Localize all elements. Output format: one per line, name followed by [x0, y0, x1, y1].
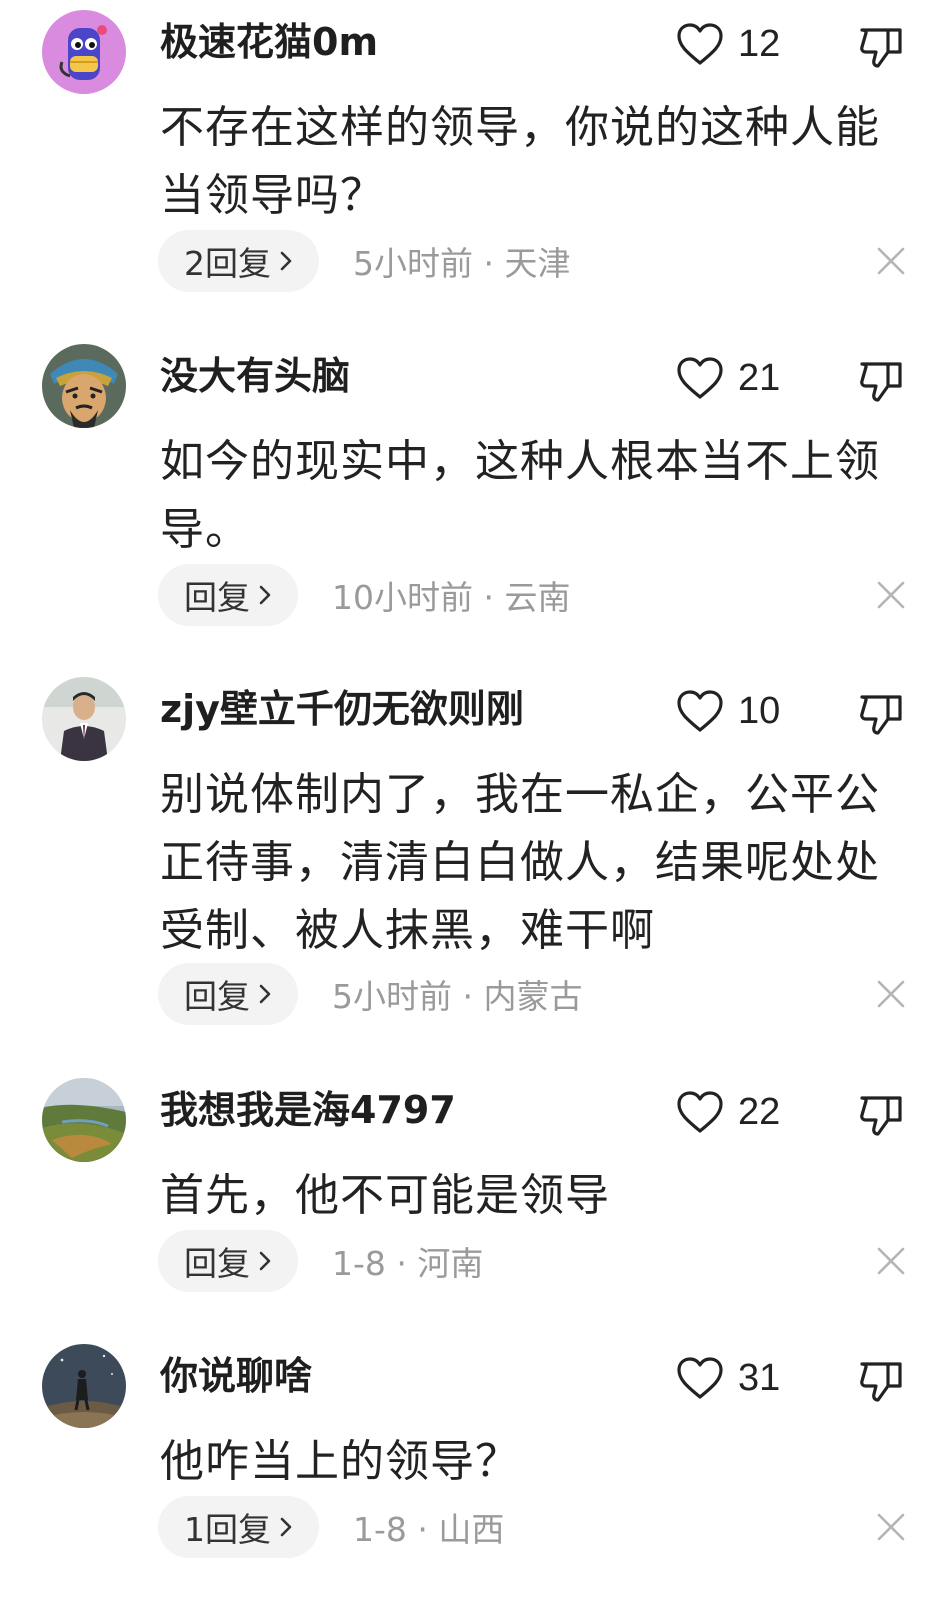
chevron-right-icon: [259, 585, 271, 605]
like-group[interactable]: 31: [676, 1354, 780, 1402]
username[interactable]: zjy壁立千仞无欲则刚: [160, 685, 524, 733]
username[interactable]: 我想我是海4797: [160, 1086, 456, 1134]
meta-row: 1回复 1-8 · 山西: [158, 1496, 504, 1558]
username[interactable]: 你说聊啥: [160, 1352, 312, 1400]
comment-item: 你说聊啥 31 他咋当上的领导？ 1回复 1-8 · 山西: [0, 1334, 952, 1618]
reply-button[interactable]: 回复: [158, 963, 298, 1025]
comment-text: 不存在这样的领导，你说的这种人能当领导吗？: [160, 102, 880, 221]
comment-item: zjy壁立千仞无欲则刚 10 别说体制内了，我在一私企，公平公正待事，清清白白做…: [0, 667, 952, 1047]
like-count: 10: [738, 690, 781, 732]
meta-row: 2回复 5小时前 · 天津: [158, 230, 570, 292]
close-icon[interactable]: [876, 1512, 906, 1542]
reply-label: 2回复: [184, 244, 271, 283]
timestamp-location: 5小时前 · 天津: [353, 244, 571, 283]
thumbs-down-icon[interactable]: [858, 1358, 904, 1404]
reply-button[interactable]: 回复: [158, 1230, 298, 1292]
chevron-right-icon: [280, 251, 292, 271]
reply-label: 1回复: [184, 1510, 271, 1549]
comment-item: 极速花猫0m 12 不存在这样的领导，你说的这种人能当领导吗？ 2回复 5小时前…: [0, 0, 952, 310]
comment-text: 别说体制内了，我在一私企，公平公正待事，清清白白做人，结果呢处处受制、被人抹黑，…: [160, 769, 880, 956]
heart-icon[interactable]: [676, 1356, 724, 1400]
meta-row: 回复 10小时前 · 云南: [158, 564, 570, 626]
username[interactable]: 极速花猫0m: [160, 18, 378, 66]
comment-item: 我想我是海4797 22 首先，他不可能是领导 回复 1-8 · 河南: [0, 1068, 952, 1308]
comment-text: 他咋当上的领导？: [160, 1436, 520, 1487]
close-icon[interactable]: [876, 1246, 906, 1276]
thumbs-down-icon[interactable]: [858, 691, 904, 737]
timestamp-location: 1-8 · 山西: [353, 1510, 505, 1549]
thumbs-down-icon[interactable]: [858, 358, 904, 404]
heart-icon[interactable]: [676, 689, 724, 733]
avatar[interactable]: [42, 677, 126, 761]
timestamp-location: 5小时前 · 内蒙古: [332, 977, 583, 1016]
like-count: 21: [738, 357, 781, 399]
chevron-right-icon: [259, 984, 271, 1004]
close-icon[interactable]: [876, 580, 906, 610]
reply-button[interactable]: 回复: [158, 564, 298, 626]
avatar[interactable]: [42, 1344, 126, 1428]
like-group[interactable]: 21: [676, 354, 780, 402]
reply-button[interactable]: 2回复: [158, 230, 319, 292]
reply-label: 回复: [184, 977, 250, 1016]
chevron-right-icon: [280, 1517, 292, 1537]
like-count: 22: [738, 1091, 781, 1133]
avatar[interactable]: [42, 10, 126, 94]
avatar[interactable]: [42, 1078, 126, 1162]
comment-text: 首先，他不可能是领导: [160, 1170, 610, 1221]
landscape-avatar-icon: [42, 1078, 126, 1162]
comment-list: 极速花猫0m 12 不存在这样的领导，你说的这种人能当领导吗？ 2回复 5小时前…: [0, 0, 952, 1618]
meta-row: 回复 1-8 · 河南: [158, 1230, 483, 1292]
cartoon-robot-avatar-icon: [42, 10, 126, 94]
like-group[interactable]: 10: [676, 687, 780, 735]
reply-button[interactable]: 1回复: [158, 1496, 319, 1558]
reply-label: 回复: [184, 578, 250, 617]
username[interactable]: 没大有头脑: [160, 352, 350, 400]
avatar[interactable]: [42, 344, 126, 428]
reply-label: 回复: [184, 1244, 250, 1283]
close-icon[interactable]: [876, 979, 906, 1009]
heart-icon[interactable]: [676, 1090, 724, 1134]
heart-icon[interactable]: [676, 356, 724, 400]
comment-text: 如今的现实中，这种人根本当不上领导。: [160, 436, 880, 555]
heart-icon[interactable]: [676, 22, 724, 66]
like-count: 31: [738, 1357, 781, 1399]
thumbs-down-icon[interactable]: [858, 24, 904, 70]
like-group[interactable]: 22: [676, 1088, 780, 1136]
meta-row: 回复 5小时前 · 内蒙古: [158, 963, 582, 1025]
close-icon[interactable]: [876, 246, 906, 276]
like-group[interactable]: 12: [676, 20, 780, 68]
like-count: 12: [738, 23, 781, 65]
comment-item: 没大有头脑 21 如今的现实中，这种人根本当不上领导。 回复 10小时前 · 云…: [0, 334, 952, 644]
thumbs-down-icon[interactable]: [858, 1092, 904, 1138]
timestamp-location: 1-8 · 河南: [332, 1244, 484, 1283]
night-figure-avatar-icon: [42, 1344, 126, 1428]
man-photo-avatar-icon: [42, 677, 126, 761]
chevron-right-icon: [259, 1251, 271, 1271]
timestamp-location: 10小时前 · 云南: [332, 578, 571, 617]
warrior-portrait-avatar-icon: [42, 344, 126, 428]
